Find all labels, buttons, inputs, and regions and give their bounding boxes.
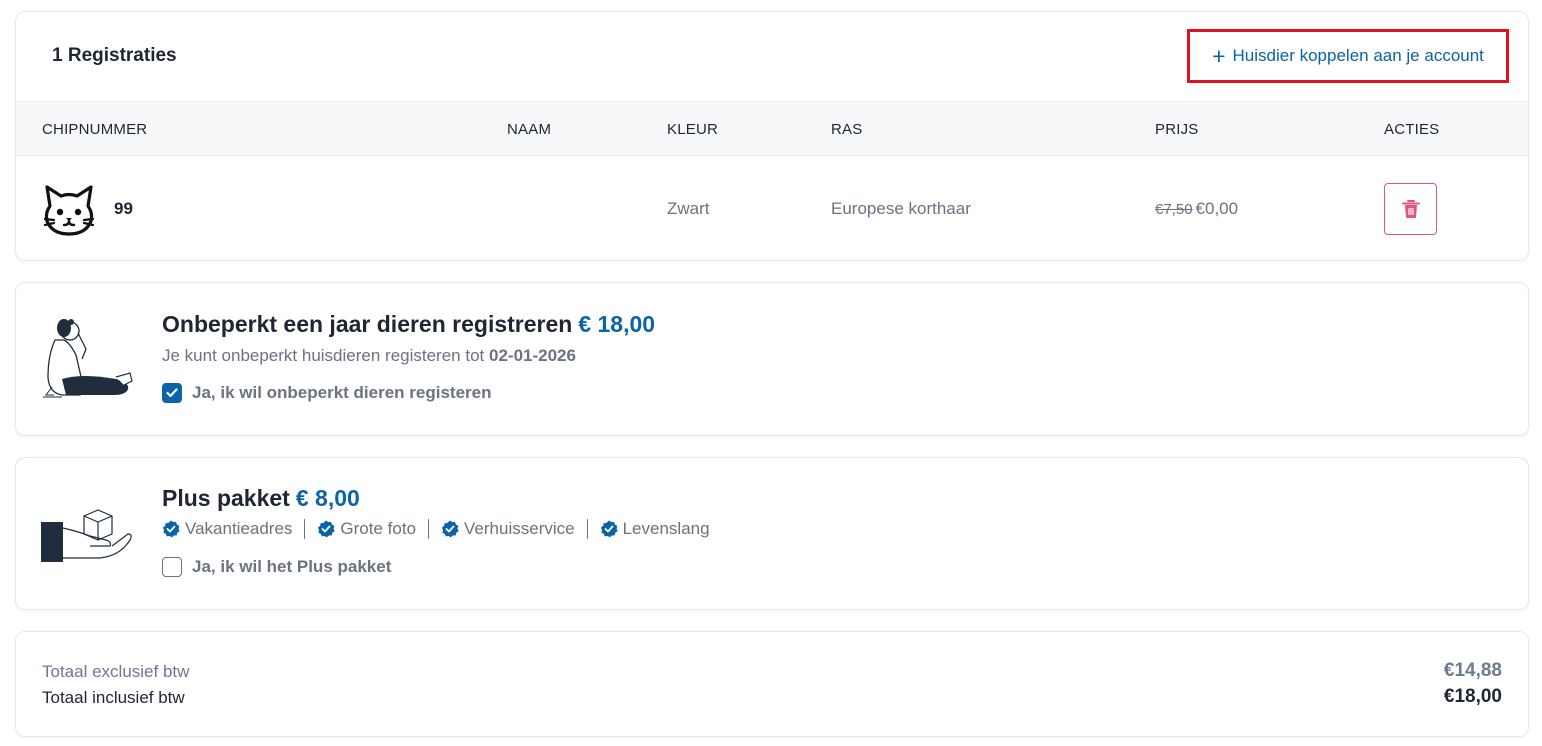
plus-package-card: Plus pakket € 8,00 Vakantieadres Grote fo…	[15, 457, 1529, 610]
feature-levenslang: Levenslang	[600, 519, 710, 539]
plus-price: € 8,00	[295, 485, 360, 511]
plus-title: Plus pakket € 8,00	[162, 485, 360, 512]
unlimited-registration-card: Onbeperkt een jaar dieren registreren € 1…	[15, 282, 1529, 436]
old-price: €7,50	[1155, 201, 1193, 218]
unlimited-price: € 18,00	[578, 311, 656, 337]
unlimited-desc-text: Je kunt onbeperkt huisdieren registeren …	[162, 346, 485, 365]
unlimited-desc-date: 02-01-2026	[489, 346, 576, 365]
feature-verhuisservice: Verhuisservice	[441, 519, 575, 539]
column-header-kleur: KLEUR	[667, 121, 719, 138]
plus-checkbox[interactable]	[162, 557, 182, 577]
plus-icon: +	[1212, 42, 1226, 69]
total-excl-label: Totaal exclusief btw	[42, 662, 190, 681]
plus-checkbox-label: Ja, ik wil het Plus pakket	[192, 557, 392, 576]
unlimited-checkbox-label: Ja, ik wil onbeperkt dieren registeren	[192, 383, 492, 402]
table-header: CHIPNUMMER NAAM KLEUR RAS PRIJS ACTIES	[16, 101, 1528, 156]
checkmark-icon	[166, 388, 178, 398]
feature-label: Grote foto	[340, 519, 417, 538]
current-price: €0,00	[1195, 199, 1239, 218]
verified-badge-icon	[441, 520, 459, 538]
chipnummer-value: 99	[114, 199, 133, 218]
plus-features: Vakantieadres Grote foto Verhuisservice …	[162, 519, 710, 539]
table-row: 99 Zwart Europese korthaar €7,50 €0,00	[16, 156, 1528, 260]
total-incl-value: €18,00	[1443, 686, 1502, 707]
person-illustration	[43, 319, 133, 398]
total-excl-value: €14,88	[1443, 660, 1502, 681]
total-incl-label: Totaal inclusief btw	[42, 688, 185, 707]
link-pet-to-account-button[interactable]: + Huisdier koppelen aan je account	[1187, 29, 1509, 83]
verified-badge-icon	[600, 520, 618, 538]
verified-badge-icon	[318, 520, 336, 538]
unlimited-title: Onbeperkt een jaar dieren registreren € 1…	[162, 311, 655, 338]
plus-title-text: Plus pakket	[162, 485, 290, 511]
feature-grote-foto: Grote foto	[317, 519, 416, 539]
feature-label: Vakantieadres	[185, 519, 293, 538]
column-header-prijs: PRIJS	[1155, 121, 1199, 138]
column-header-chipnummer: CHIPNUMMER	[42, 121, 148, 138]
registrations-header: 1 Registraties + Huisdier koppelen aan j…	[16, 12, 1528, 101]
link-pet-label: Huisdier koppelen aan je account	[1232, 46, 1484, 65]
cat-icon	[43, 185, 95, 236]
delete-button[interactable]	[1384, 183, 1437, 235]
ras-value: Europese korthaar	[831, 199, 971, 218]
divider	[428, 519, 430, 539]
column-header-acties: ACTIES	[1384, 121, 1440, 138]
unlimited-checkbox-row[interactable]: Ja, ik wil onbeperkt dieren registeren	[162, 383, 492, 403]
divider	[586, 519, 588, 539]
feature-label: Verhuisservice	[464, 519, 575, 538]
column-header-ras: RAS	[831, 121, 863, 138]
unlimited-title-text: Onbeperkt een jaar dieren registreren	[162, 311, 573, 337]
kleur-value: Zwart	[667, 199, 710, 218]
totals-card: Totaal exclusief btw Totaal inclusief bt…	[15, 631, 1529, 737]
unlimited-checkbox[interactable]	[162, 383, 182, 403]
plus-checkbox-row[interactable]: Ja, ik wil het Plus pakket	[162, 557, 391, 577]
registrations-card: 1 Registraties + Huisdier koppelen aan j…	[15, 11, 1529, 261]
trash-icon	[1401, 200, 1420, 218]
verified-badge-icon	[162, 520, 180, 538]
registrations-title: 1 Registraties	[52, 45, 177, 66]
hand-package-illustration	[41, 509, 132, 562]
divider	[304, 519, 306, 539]
unlimited-description: Je kunt onbeperkt huisdieren registeren …	[162, 346, 576, 366]
prijs-cell: €7,50 €0,00	[1155, 199, 1238, 219]
feature-label: Levenslang	[622, 519, 710, 538]
feature-vakantieadres: Vakantieadres	[162, 519, 292, 539]
column-header-naam: NAAM	[507, 121, 552, 138]
